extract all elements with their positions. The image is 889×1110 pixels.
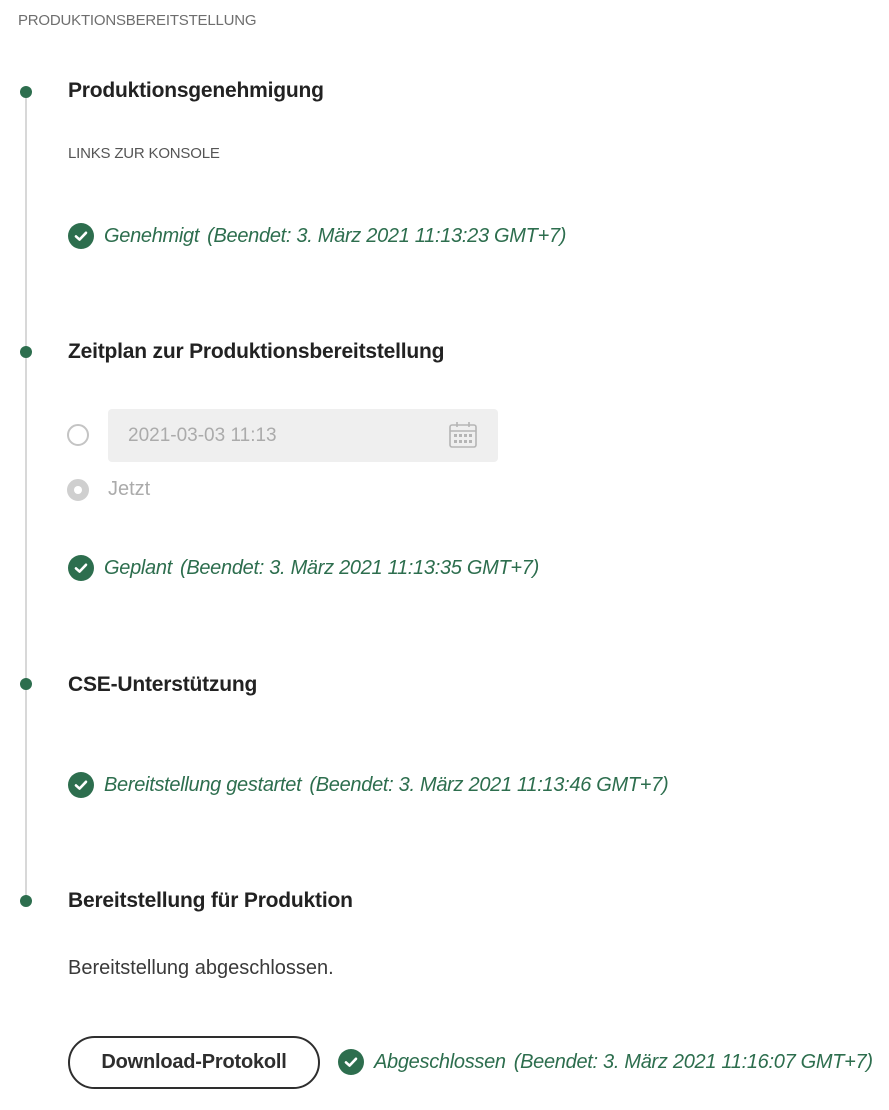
schedule-status-label: Geplant bbox=[104, 556, 172, 579]
schedule-status: Geplant (Beendet: 3. März 2021 11:13:35 … bbox=[68, 555, 539, 581]
download-log-button[interactable]: Download-Protokoll bbox=[68, 1036, 320, 1089]
step-title-production: Bereitstellung für Produktion bbox=[68, 889, 353, 912]
production-status-detail: (Beendet: 3. März 2021 11:16:07 GMT+7) bbox=[513, 1050, 873, 1073]
timeline-dot-approval bbox=[20, 86, 32, 98]
timeline-dot-cse bbox=[20, 678, 32, 690]
calendar-icon[interactable] bbox=[448, 421, 478, 454]
schedule-status-detail: (Beendet: 3. März 2021 11:13:35 GMT+7) bbox=[179, 556, 539, 579]
check-circle-icon bbox=[68, 555, 94, 581]
step-title-approval: Produktionsgenehmigung bbox=[68, 79, 324, 102]
console-links-heading: LINKS ZUR KONSOLE bbox=[68, 145, 220, 162]
deployment-message: Bereitstellung abgeschlossen. bbox=[68, 957, 334, 979]
approval-status-detail: (Beendet: 3. März 2021 11:13:23 GMT+7) bbox=[207, 224, 567, 247]
production-status-label: Abgeschlossen bbox=[374, 1050, 506, 1073]
timeline-dot-schedule bbox=[20, 346, 32, 358]
check-circle-icon bbox=[338, 1049, 364, 1075]
production-status: Abgeschlossen (Beendet: 3. März 2021 11:… bbox=[338, 1049, 873, 1075]
cse-status-label: Bereitstellung gestartet bbox=[104, 773, 302, 796]
timeline-dot-production bbox=[20, 895, 32, 907]
check-circle-icon bbox=[68, 223, 94, 249]
schedule-now-label: Jetzt bbox=[108, 478, 151, 500]
schedule-date-value: 2021-03-03 11:13 bbox=[128, 424, 277, 446]
step-title-cse: CSE-Unterstützung bbox=[68, 673, 258, 696]
schedule-date-input[interactable]: 2021-03-03 11:13 bbox=[108, 409, 498, 462]
timeline-line bbox=[25, 92, 27, 902]
cse-status-detail: (Beendet: 3. März 2021 11:13:46 GMT+7) bbox=[309, 773, 669, 796]
check-circle-icon bbox=[68, 772, 94, 798]
page-title: PRODUKTIONSBEREITSTELLUNG bbox=[18, 12, 257, 29]
schedule-date-radio[interactable] bbox=[67, 424, 89, 446]
approval-status: Genehmigt (Beendet: 3. März 2021 11:13:2… bbox=[68, 223, 566, 249]
approval-status-label: Genehmigt bbox=[104, 224, 200, 247]
schedule-now-radio[interactable] bbox=[67, 479, 89, 501]
cse-status: Bereitstellung gestartet (Beendet: 3. Mä… bbox=[68, 772, 669, 798]
step-title-schedule: Zeitplan zur Produktionsbereitstellung bbox=[68, 340, 445, 363]
